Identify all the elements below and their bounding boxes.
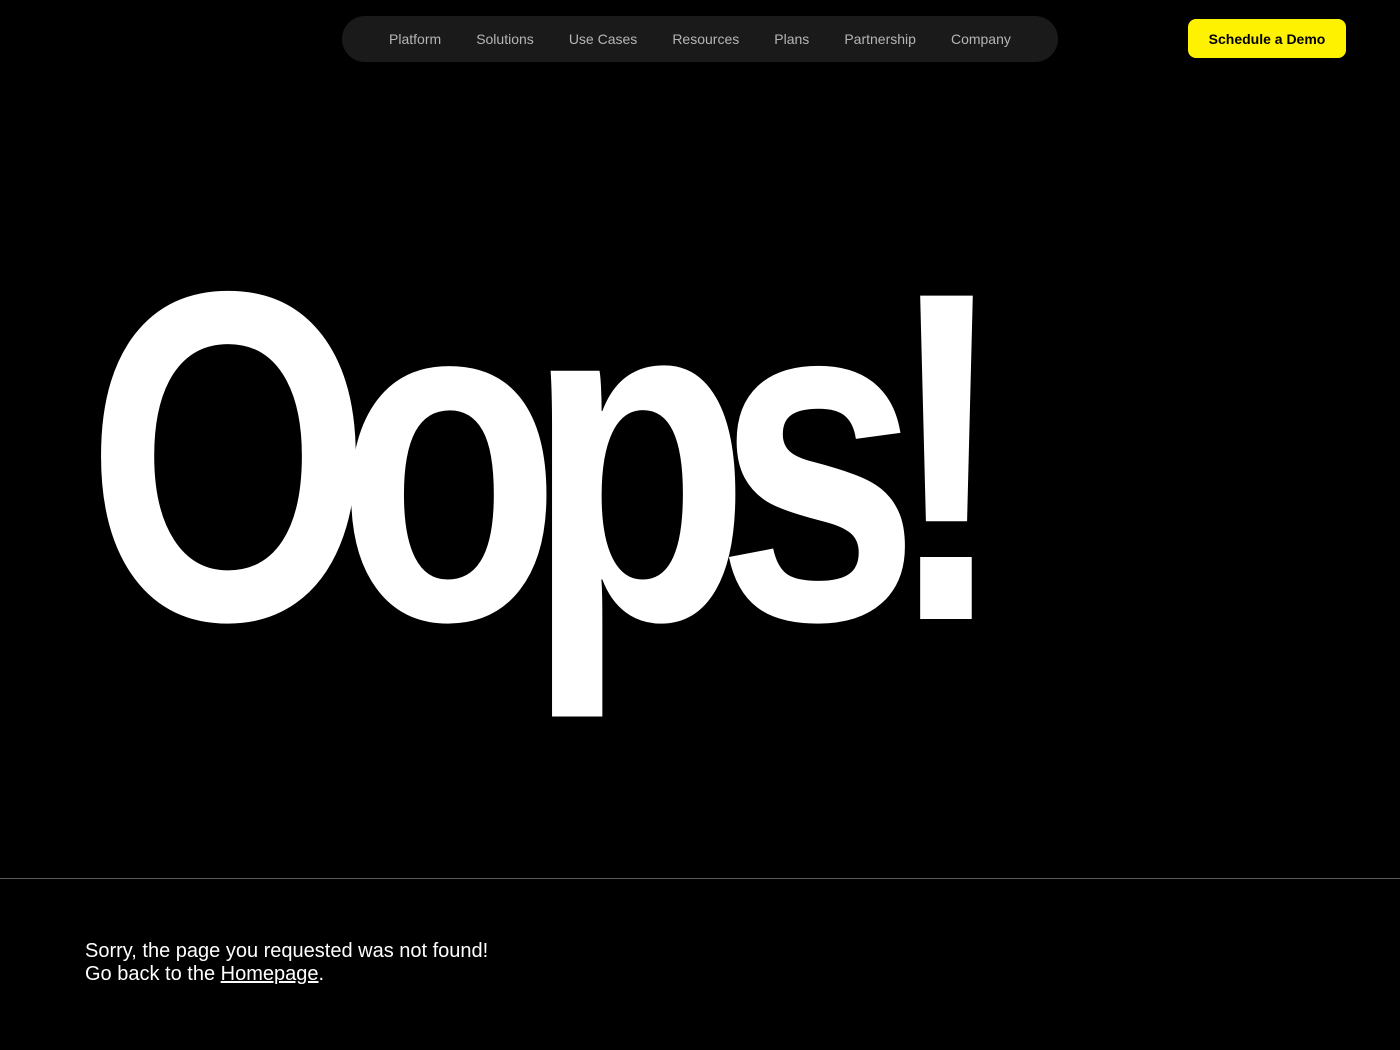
schedule-demo-button[interactable]: Schedule a Demo — [1188, 19, 1346, 58]
nav-item-resources[interactable]: Resources — [672, 31, 739, 47]
nav-item-plans[interactable]: Plans — [774, 31, 809, 47]
homepage-link[interactable]: Homepage — [221, 963, 319, 985]
go-back-suffix: . — [318, 963, 325, 985]
nav-item-solutions[interactable]: Solutions — [476, 31, 534, 47]
not-found-text: Sorry, the page you requested was not fo… — [85, 940, 489, 962]
main-navigation: Platform Solutions Use Cases Resources P… — [342, 16, 1058, 62]
nav-item-company[interactable]: Company — [951, 31, 1011, 47]
section-divider — [0, 878, 1400, 879]
error-message: Sorry, the page you requested was not fo… — [85, 940, 488, 986]
nav-item-partnership[interactable]: Partnership — [844, 31, 916, 47]
go-back-text: Go back to the Homepage. — [85, 963, 488, 986]
nav-item-use-cases[interactable]: Use Cases — [569, 31, 637, 47]
nav-item-platform[interactable]: Platform — [389, 31, 441, 47]
not-found-page: Platform Solutions Use Cases Resources P… — [0, 0, 1400, 1050]
go-back-prefix: Go back to the — [85, 963, 221, 985]
error-heading: Oops! — [86, 194, 1008, 719]
